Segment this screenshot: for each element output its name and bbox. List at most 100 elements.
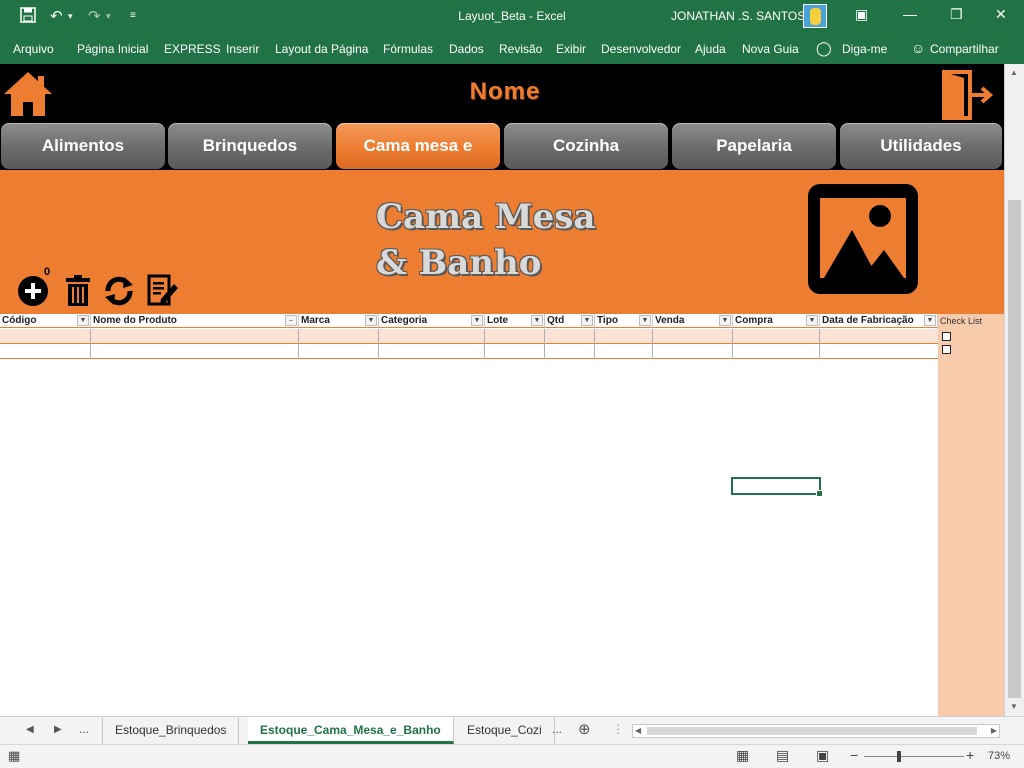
zoom-out-icon[interactable]: −: [850, 747, 858, 763]
normal-view-icon[interactable]: ▦: [736, 747, 749, 764]
tab-express[interactable]: EXPRESS: [164, 42, 221, 56]
table-row[interactable]: [0, 344, 938, 359]
exit-icon[interactable]: [942, 70, 994, 120]
tab-layout-da-pagina[interactable]: Layout da Página: [275, 42, 368, 56]
column-divider: [732, 329, 733, 359]
nav-button-cama-mesa[interactable]: Cama mesa e: [336, 123, 500, 169]
tab-ajuda[interactable]: Ajuda: [695, 42, 726, 56]
filter-dropdown-icon[interactable]: ▼: [471, 315, 483, 326]
tab-desenvolvedor[interactable]: Desenvolvedor: [601, 42, 681, 56]
zoom-slider-thumb[interactable]: [897, 751, 901, 762]
user-name[interactable]: JONATHAN .S. SANTOS: [671, 9, 805, 23]
scroll-down-icon[interactable]: ▼: [1010, 702, 1018, 711]
edit-icon[interactable]: [146, 274, 180, 308]
table-row[interactable]: [0, 329, 938, 344]
nav-button-utilidades[interactable]: Utilidades: [840, 123, 1002, 169]
filter-dropdown-icon[interactable]: ▼: [639, 315, 651, 326]
filter-dropdown-icon[interactable]: ▼: [581, 315, 593, 326]
add-icon[interactable]: [16, 274, 50, 308]
column-header-tipo[interactable]: Tipo ▼: [595, 314, 653, 328]
column-label: Tipo: [597, 315, 618, 326]
zoom-slider[interactable]: [864, 756, 964, 757]
column-header-lote[interactable]: Lote ▼: [485, 314, 545, 328]
filter-dropdown-icon[interactable]: ▼: [719, 315, 731, 326]
zoom-level[interactable]: 73%: [988, 750, 1010, 762]
tab-scroll-left-icon[interactable]: ◀: [26, 724, 34, 735]
column-divider: [298, 329, 299, 359]
restore-icon[interactable]: ❐: [950, 6, 963, 23]
horizontal-scrollbar[interactable]: ◀ ▶: [632, 724, 1000, 738]
check-list-label: Check List: [940, 316, 983, 326]
tab-pagina-inicial[interactable]: Página Inicial: [77, 42, 148, 56]
tab-formulas[interactable]: Fórmulas: [383, 42, 433, 56]
tell-me-box[interactable]: Diga-me: [842, 42, 887, 56]
trash-icon[interactable]: [61, 274, 95, 308]
column-label: Compra: [735, 315, 773, 326]
column-header-compra[interactable]: Compra ▼: [733, 314, 820, 328]
section-title-line2: & Banho: [376, 243, 542, 283]
macro-record-icon[interactable]: ▦: [8, 748, 20, 764]
add-sheet-icon[interactable]: ⊕: [578, 720, 591, 738]
tab-dados[interactable]: Dados: [449, 42, 484, 56]
share-button[interactable]: Compartilhar: [930, 42, 999, 56]
tab-exibir[interactable]: Exibir: [556, 42, 586, 56]
check-list-checkbox[interactable]: [942, 332, 951, 341]
scroll-up-icon[interactable]: ▲: [1010, 68, 1018, 77]
column-label: Venda: [655, 315, 685, 326]
column-header-codigo[interactable]: Código ▼: [0, 314, 91, 328]
share-icon[interactable]: ☺: [911, 40, 925, 56]
filter-dropdown-icon[interactable]: ▼: [77, 315, 89, 326]
tab-nova-guia[interactable]: Nova Guia: [742, 42, 799, 56]
section-title-line1: Cama Mesa: [376, 197, 596, 237]
scroll-thumb[interactable]: [1008, 200, 1021, 698]
sheet-tab-estoque-brinquedos[interactable]: Estoque_Brinquedos: [102, 717, 240, 744]
tab-inserir[interactable]: Inserir: [226, 42, 259, 56]
filter-dropdown-icon[interactable]: ▼: [365, 315, 377, 326]
worksheet[interactable]: Nome Alimentos Brinquedos Cama mesa e Co…: [0, 64, 1004, 716]
tab-more-right[interactable]: ...: [552, 722, 562, 736]
vertical-scrollbar[interactable]: ▲ ▼: [1004, 64, 1024, 716]
selected-cell[interactable]: [731, 477, 823, 497]
page-layout-view-icon[interactable]: ▤: [776, 747, 789, 764]
avatar[interactable]: [803, 4, 827, 28]
sheet-tab-estoque-cama-mesa-e-banho[interactable]: Estoque_Cama_Mesa_e_Banho: [248, 717, 454, 744]
tab-more-left[interactable]: ...: [79, 722, 89, 736]
column-header-data-de-fabricacao[interactable]: Data de Fabricação ▼: [820, 314, 938, 328]
home-icon[interactable]: [2, 70, 54, 118]
header-band: Nome Alimentos Brinquedos Cama mesa e Co…: [0, 64, 1004, 184]
column-header-categoria[interactable]: Categoria ▼: [379, 314, 485, 328]
window-title: Layuot_Beta - Excel: [458, 9, 566, 23]
ribbon-tabs: Arquivo Página Inicial EXPRESS Inserir L…: [0, 34, 1024, 64]
zoom-in-icon[interactable]: +: [966, 747, 974, 763]
refresh-icon[interactable]: [102, 274, 136, 308]
ribbon-display-icon[interactable]: ▣: [855, 6, 868, 23]
tab-scroll-right-icon[interactable]: ▶: [54, 724, 62, 735]
sheet-tab-estoque-cozinha[interactable]: Estoque_Cozi: [455, 717, 555, 744]
column-header-qtd[interactable]: Qtd ▼: [545, 314, 595, 328]
page-break-view-icon[interactable]: ▣: [816, 747, 829, 764]
tab-revisao[interactable]: Revisão: [499, 42, 542, 56]
minimize-icon[interactable]: —: [903, 6, 917, 22]
filter-dropdown-icon[interactable]: ▼: [806, 315, 818, 326]
close-icon[interactable]: ✕: [995, 6, 1007, 23]
column-header-nome-do-produto[interactable]: Nome do Produto –: [91, 314, 299, 328]
column-divider: [652, 329, 653, 359]
splitter-icon[interactable]: ⋮: [612, 722, 624, 736]
tab-arquivo[interactable]: Arquivo: [13, 42, 54, 56]
column-label: Data de Fabricação: [822, 315, 914, 326]
scroll-right-icon[interactable]: ▶: [991, 726, 997, 735]
filter-dropdown-icon[interactable]: ▼: [531, 315, 543, 326]
nav-button-brinquedos[interactable]: Brinquedos: [168, 123, 332, 169]
filter-dropdown-icon[interactable]: ▼: [924, 315, 936, 326]
nav-button-alimentos[interactable]: Alimentos: [1, 123, 165, 169]
image-placeholder-icon[interactable]: [806, 182, 920, 296]
check-list-checkbox[interactable]: [942, 345, 951, 354]
filter-dropdown-icon[interactable]: –: [285, 315, 297, 326]
add-count: 0: [44, 266, 51, 278]
column-header-marca[interactable]: Marca ▼: [299, 314, 379, 328]
nav-button-papelaria[interactable]: Papelaria: [672, 123, 836, 169]
column-header-venda[interactable]: Venda ▼: [653, 314, 733, 328]
nav-button-cozinha[interactable]: Cozinha: [504, 123, 668, 169]
scroll-left-icon[interactable]: ◀: [635, 726, 641, 735]
scroll-thumb[interactable]: [647, 727, 977, 735]
